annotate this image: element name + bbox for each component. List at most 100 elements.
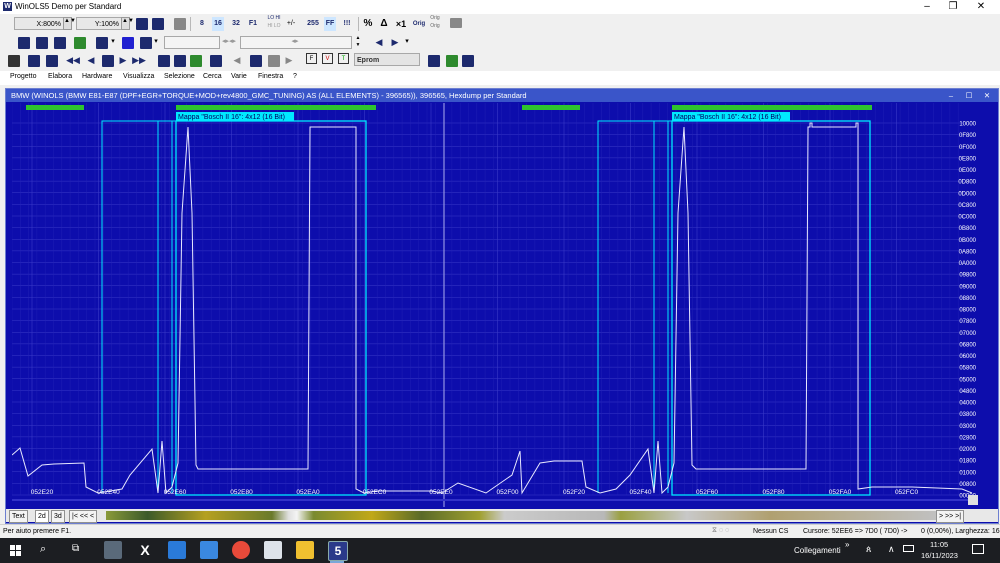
links-toolbar-label[interactable]: Collegamenti xyxy=(794,546,841,555)
prev-page-icon[interactable]: ◀ xyxy=(86,53,96,67)
scroll-corner[interactable] xyxy=(968,495,978,505)
menu-cerca[interactable]: Cerca xyxy=(203,73,222,80)
orig-button[interactable]: Orig xyxy=(412,17,426,31)
child-close-button[interactable]: ✕ xyxy=(982,89,992,102)
checksum-icon[interactable] xyxy=(74,37,86,49)
connect-icon[interactable] xyxy=(54,37,66,49)
windows-start-icon[interactable] xyxy=(10,545,21,556)
tab-text[interactable]: Text xyxy=(9,510,28,523)
file-explorer-icon[interactable] xyxy=(296,541,314,559)
grid-icon[interactable] xyxy=(102,55,114,67)
next-page-icon[interactable]: ▶ xyxy=(118,53,128,67)
chevron-down-icon[interactable]: ▾ xyxy=(404,35,410,49)
scroll-right-buttons[interactable]: > >> >| xyxy=(936,510,965,523)
clock-time[interactable]: 11:05 xyxy=(930,540,948,549)
nav-step-icon[interactable]: ◂▸ xyxy=(290,35,300,49)
tools-icon[interactable] xyxy=(428,55,440,67)
data-overview-strip[interactable] xyxy=(106,511,936,520)
t-button[interactable]: T xyxy=(338,53,349,64)
menu-elabora[interactable]: Elabora xyxy=(48,73,72,80)
columns-icon[interactable] xyxy=(140,37,152,49)
v-button[interactable]: V xyxy=(322,53,333,64)
back-icon[interactable]: ◀ xyxy=(232,53,242,67)
maximize-button[interactable]: ❐ xyxy=(940,0,966,14)
tab-3d[interactable]: 3d xyxy=(51,510,65,523)
dec-255-button[interactable]: 255 xyxy=(306,17,320,31)
sign-toggle-icon[interactable]: +/- xyxy=(286,17,296,31)
percent-button[interactable]: % xyxy=(362,17,374,31)
table-icon[interactable] xyxy=(190,55,202,67)
hex-view-icon[interactable] xyxy=(174,18,186,30)
mail-app-icon[interactable] xyxy=(168,541,186,559)
window-icon[interactable] xyxy=(28,55,40,67)
export-icon[interactable] xyxy=(36,37,48,49)
first-icon[interactable]: ◀◀ xyxy=(66,53,80,67)
child-maximize-button[interactable]: ☐ xyxy=(964,89,974,102)
app-x-icon[interactable]: X xyxy=(136,541,154,559)
search-field-1[interactable] xyxy=(164,36,220,49)
close-button[interactable]: ✕ xyxy=(968,0,994,14)
bits-16-button[interactable]: 16 xyxy=(212,17,224,31)
times-one-button[interactable]: ×1 xyxy=(394,17,408,31)
chevron-down-icon[interactable]: ▾ xyxy=(153,35,159,49)
menu-hardware[interactable]: Hardware xyxy=(82,73,112,80)
app-icon-4[interactable] xyxy=(200,541,218,559)
forward-icon[interactable]: ▶ xyxy=(284,53,294,67)
chevron-down-icon[interactable]: ▾ xyxy=(110,35,116,49)
people-icon[interactable]: ጰ xyxy=(866,544,871,555)
zoom-y-field[interactable]: Y:100% xyxy=(76,17,122,30)
notepad-icon[interactable] xyxy=(264,541,282,559)
show-hidden-icons[interactable]: ∧ xyxy=(888,544,895,555)
zoom-x-spinner[interactable]: ▲▼ xyxy=(63,17,76,30)
zoom-x-field[interactable]: X:800% xyxy=(14,17,64,30)
tab-2d[interactable]: 2d xyxy=(35,510,49,523)
winols-taskbar-icon[interactable]: 5 xyxy=(328,541,348,561)
app-icon-1[interactable] xyxy=(104,541,122,559)
search-icon[interactable]: ⌕ xyxy=(40,543,46,556)
graph-view-icon[interactable] xyxy=(136,18,148,30)
compare-icon[interactable] xyxy=(450,18,462,28)
previous-icon[interactable]: ◀ xyxy=(374,35,384,49)
last-icon[interactable]: ▶▶ xyxy=(132,53,146,67)
notification-icon[interactable] xyxy=(972,544,984,554)
car-icon[interactable] xyxy=(250,55,262,67)
binary-button[interactable]: !!! xyxy=(340,17,354,31)
search-icon[interactable] xyxy=(174,55,186,67)
import-icon[interactable] xyxy=(18,37,30,49)
next-icon[interactable]: ▶ xyxy=(390,35,400,49)
menu-selezione[interactable]: Selezione xyxy=(164,73,195,80)
map-label[interactable]: Mappa "Bosch II 16": 4x12 (16 Bit) xyxy=(178,114,285,121)
map-list-icon[interactable] xyxy=(96,37,108,49)
help-icon[interactable] xyxy=(462,55,474,67)
map-label[interactable]: Mappa "Bosch II 16": 4x12 (16 Bit) xyxy=(674,114,781,121)
car-2-icon[interactable] xyxy=(268,55,280,67)
bits-8-button[interactable]: 8 xyxy=(196,17,208,31)
menu-visualizza[interactable]: Visualizza xyxy=(123,73,154,80)
info-icon[interactable] xyxy=(446,55,458,67)
float-f1-button[interactable]: F1 xyxy=(247,17,259,31)
menu-progetto[interactable]: Progetto xyxy=(10,73,36,80)
delta-button[interactable]: Δ xyxy=(378,17,390,31)
orig-diff-button[interactable]: Orig Orig xyxy=(428,14,442,29)
lohi-button[interactable]: LO HI HI LO xyxy=(267,14,281,29)
menu-finestra[interactable]: Finestra xyxy=(258,73,283,80)
frame-icon[interactable] xyxy=(210,55,222,67)
scroll-left-buttons[interactable]: |< << < xyxy=(69,510,98,523)
color-icon[interactable] xyxy=(122,37,134,49)
battery-icon[interactable] xyxy=(903,545,914,552)
task-view-icon[interactable]: ⧉ xyxy=(72,543,79,554)
graph-view-2-icon[interactable] xyxy=(152,18,164,30)
links-chevron[interactable]: » xyxy=(845,540,849,549)
spinner-icon[interactable]: ▲ ▼ xyxy=(354,35,362,49)
project-icon[interactable] xyxy=(8,55,20,67)
zoom-y-spinner[interactable]: ▲▼ xyxy=(121,17,134,30)
menu-help[interactable]: ? xyxy=(293,73,297,80)
window-2-icon[interactable] xyxy=(46,55,58,67)
chrome-icon[interactable] xyxy=(232,541,250,559)
bits-32-button[interactable]: 32 xyxy=(230,17,242,31)
eprom-field[interactable]: Eprom xyxy=(354,53,420,66)
minimize-button[interactable]: – xyxy=(914,0,940,14)
find-map-icon[interactable] xyxy=(158,55,170,67)
menu-varie[interactable]: Varie xyxy=(231,73,247,80)
clock-date[interactable]: 16/11/2023 xyxy=(921,551,958,560)
